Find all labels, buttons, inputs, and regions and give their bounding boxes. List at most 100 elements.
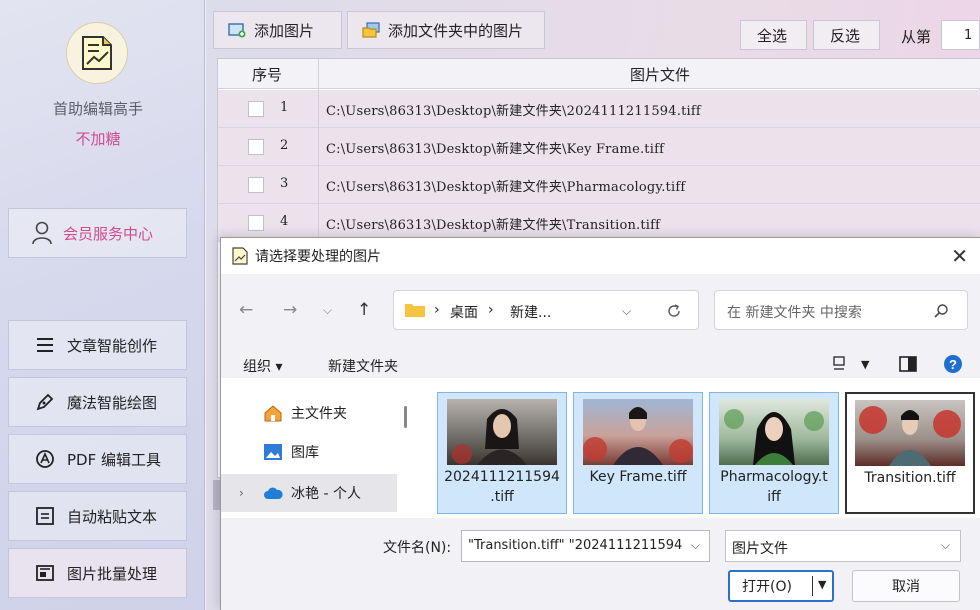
row-checkbox[interactable]	[248, 139, 264, 155]
svg-text:?: ?	[949, 357, 957, 372]
split-divider	[812, 576, 813, 596]
file-tile-focused[interactable]: Transition.tiff	[845, 392, 975, 514]
expand-chevron-icon[interactable]: ›	[239, 486, 255, 500]
search-box[interactable]: 在 新建文件夹 中搜索	[714, 290, 968, 330]
from-page-input[interactable]: 1	[941, 20, 980, 50]
dialog-app-icon	[232, 247, 248, 265]
filename-dropdown-icon[interactable]: ⌵	[691, 538, 700, 553]
file-tile[interactable]: Pharmacology.t iff	[709, 392, 839, 514]
row-index: 2	[280, 138, 289, 153]
search-icon[interactable]	[933, 303, 949, 319]
folder-image-icon	[362, 22, 380, 38]
file-grid: 2024111211594 .tiff Key Frame.tiff Pharma…	[417, 378, 980, 518]
user-icon	[32, 221, 52, 245]
breadcrumb-folder[interactable]: 新建...	[510, 302, 551, 322]
nav-item-drawing[interactable]: 魔法智能绘图	[8, 377, 187, 427]
file-thumbnail	[855, 400, 965, 466]
tree-label: 图库	[291, 445, 319, 461]
tree-scrollbar[interactable]	[404, 406, 407, 428]
address-dropdown-icon[interactable]: ⌵	[622, 304, 631, 319]
file-thumbnail	[447, 399, 557, 465]
close-icon[interactable]: ✕	[951, 244, 968, 268]
member-center-label: 会员服务中心	[63, 224, 154, 243]
preview-pane-icon[interactable]	[899, 356, 917, 372]
table-row[interactable]: 2 C:\Users\86313\Desktop\新建文件夹\Key Frame…	[218, 128, 980, 166]
nav-item-article[interactable]: 文章智能创作	[8, 320, 187, 370]
from-label: 从第	[901, 28, 932, 46]
row-index: 3	[280, 176, 289, 191]
open-button[interactable]: 打开(O) ▼	[728, 570, 834, 602]
app-logo	[66, 22, 128, 84]
new-folder-button[interactable]: 新建文件夹	[328, 356, 398, 376]
table-row[interactable]: 1 C:\Users\86313\Desktop\新建文件夹\202411121…	[218, 90, 980, 128]
app-name: 首助编辑高手	[52, 100, 143, 118]
nav-item-pdf[interactable]: PDF 编辑工具	[8, 434, 187, 484]
select-all-button[interactable]: 全选	[740, 20, 807, 50]
file-tile[interactable]: 2024111211594 .tiff	[437, 392, 567, 514]
filetype-select[interactable]: 图片文件	[725, 530, 961, 562]
table-row[interactable]: 3 C:\Users\86313\Desktop\新建文件夹\Pharmacol…	[218, 166, 980, 204]
invert-selection-button[interactable]: 反选	[813, 20, 880, 50]
search-placeholder: 在 新建文件夹 中搜索	[727, 305, 862, 321]
cancel-button[interactable]: 取消	[852, 570, 960, 602]
tree-label: 冰艳 - 个人	[291, 486, 361, 502]
view-mode-icon[interactable]	[831, 356, 849, 372]
address-bar[interactable]: › 桌面 › 新建... ⌵	[393, 290, 699, 330]
gallery-icon	[264, 444, 282, 460]
breadcrumb-desktop[interactable]: 桌面	[450, 302, 478, 322]
refresh-icon[interactable]	[666, 303, 682, 319]
dialog-footer: 文件名(N): "Transition.tiff" "2024111211594…	[221, 518, 980, 610]
file-name: Transition.tiff	[864, 470, 956, 486]
file-open-dialog: 请选择要处理的图片 ✕ ← → ⌵ ↑ › 桌面 › 新建... ⌵ 在 新建文…	[220, 237, 980, 610]
add-folder-label: 添加文件夹中的图片	[388, 21, 524, 40]
row-checkbox[interactable]	[248, 101, 264, 117]
file-thumbnail	[583, 399, 693, 465]
invert-selection-label: 反选	[830, 26, 861, 45]
filename-input[interactable]: "Transition.tiff" "2024111211594	[461, 530, 710, 562]
nav-label: PDF 编辑工具	[67, 450, 161, 469]
member-center-button[interactable]: 会员服务中心	[8, 208, 187, 258]
filetype-dropdown-icon[interactable]: ⌵	[941, 538, 950, 553]
nav-label: 文章智能创作	[67, 336, 158, 355]
help-icon[interactable]: ?	[943, 354, 963, 374]
row-path: C:\Users\86313\Desktop\新建文件夹\20241112115…	[326, 104, 701, 119]
add-image-icon	[228, 23, 246, 38]
folder-icon	[405, 304, 425, 317]
history-chevron-icon[interactable]: ⌵	[323, 303, 332, 318]
home-icon	[264, 405, 282, 422]
cancel-label: 取消	[892, 579, 920, 595]
row-checkbox[interactable]	[248, 177, 264, 193]
logo-chart-icon	[82, 36, 112, 70]
dialog-navbar: ← → ⌵ ↑ › 桌面 › 新建... ⌵ 在 新建文件夹 中搜索 组织 ▾ …	[221, 274, 980, 378]
add-image-button[interactable]: 添加图片	[213, 11, 342, 49]
nav-label: 图片批量处理	[67, 564, 158, 583]
paste-icon	[36, 507, 54, 525]
add-folder-button[interactable]: 添加文件夹中的图片	[347, 11, 545, 49]
file-tile[interactable]: Key Frame.tiff	[573, 392, 703, 514]
nav-item-paste[interactable]: 自动粘贴文本	[8, 491, 187, 541]
file-name: Key Frame.tiff	[589, 469, 687, 485]
tree-item-cloud[interactable]: › 冰艳 - 个人	[221, 474, 397, 512]
tree-item-gallery[interactable]: 图库	[221, 433, 397, 471]
select-all-label: 全选	[757, 26, 788, 45]
file-thumbnail	[719, 399, 829, 465]
nav-label: 自动粘贴文本	[67, 507, 158, 526]
row-checkbox[interactable]	[248, 215, 264, 231]
row-path: C:\Users\86313\Desktop\新建文件夹\Key Frame.t…	[326, 142, 665, 157]
up-arrow-icon[interactable]: ↑	[357, 300, 371, 320]
pdf-icon	[36, 450, 54, 468]
view-dropdown-icon[interactable]: ▼	[861, 358, 869, 371]
file-name: 2024111211594 .tiff	[444, 469, 560, 505]
organize-menu[interactable]: 组织 ▾	[243, 356, 282, 376]
nav-item-image-batch[interactable]: 图片批量处理	[8, 548, 187, 598]
app-sidebar: 首助编辑高手 不加糖 会员服务中心 文章智能创作 魔法智能绘图 PDF 编辑工具…	[0, 0, 205, 610]
open-label: 打开(O)	[742, 579, 792, 595]
tree-item-home[interactable]: 主文件夹	[221, 394, 397, 432]
tree-label: 主文件夹	[291, 406, 347, 422]
forward-arrow-icon[interactable]: →	[283, 300, 297, 320]
open-dropdown-icon[interactable]: ▼	[818, 578, 826, 591]
back-arrow-icon[interactable]: ←	[239, 300, 253, 320]
cloud-icon	[264, 487, 283, 499]
nav-label: 魔法智能绘图	[67, 393, 158, 412]
filename-label: 文件名(N):	[383, 540, 452, 556]
